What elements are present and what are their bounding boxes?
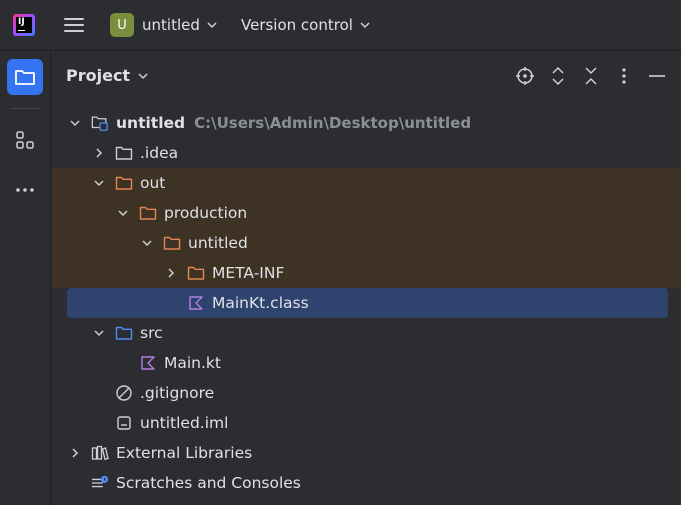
tree-row[interactable]: production xyxy=(52,198,681,228)
chevron-right-icon[interactable] xyxy=(68,446,82,460)
tree-item-text: untitled C:\Users\Admin\Desktop\untitled xyxy=(116,114,471,132)
tree-row[interactable]: untitled C:\Users\Admin\Desktop\untitled xyxy=(52,108,681,138)
tree-item-label: .idea xyxy=(140,144,179,162)
collapse-all-button[interactable] xyxy=(581,66,601,86)
tree-item-label: out xyxy=(140,174,166,192)
version-control-menu[interactable]: Version control xyxy=(241,12,371,38)
excluded-folder-icon xyxy=(139,204,157,222)
more-horizontal-icon xyxy=(16,188,34,192)
chevron-right-icon[interactable] xyxy=(92,146,106,160)
tree-item-text: MainKt.class xyxy=(212,294,309,312)
chevron-down-icon xyxy=(138,72,148,79)
tree-item-label: MainKt.class xyxy=(212,294,309,312)
tree-item-label: Scratches and Consoles xyxy=(116,474,301,492)
hide-panel-button[interactable] xyxy=(647,66,667,86)
tree-row[interactable]: .gitignore xyxy=(52,378,681,408)
panel-title: Project xyxy=(66,66,131,85)
minimize-icon xyxy=(649,75,665,77)
tree-row[interactable]: src xyxy=(52,318,681,348)
tree-row[interactable]: .idea xyxy=(52,138,681,168)
excluded-folder-icon xyxy=(187,264,205,282)
tree-row[interactable]: Main.kt xyxy=(52,348,681,378)
tree-item-text: untitled.iml xyxy=(140,414,228,432)
tree-row[interactable]: untitled.iml xyxy=(52,408,681,438)
chevron-down-icon[interactable] xyxy=(68,116,82,130)
source-folder-icon xyxy=(115,324,133,342)
excluded-folder-icon xyxy=(163,234,181,252)
intellij-logo-icon[interactable]: IJ xyxy=(13,14,35,36)
libraries-icon xyxy=(91,444,109,462)
tool-window-strip xyxy=(0,52,51,505)
tool-separator xyxy=(10,108,40,109)
crosshair-icon xyxy=(516,67,534,85)
tree-item-text: .idea xyxy=(140,144,178,162)
more-tools-button[interactable] xyxy=(7,172,43,208)
tree-item-path: C:\Users\Admin\Desktop\untitled xyxy=(194,114,472,132)
scratches-icon xyxy=(91,474,109,492)
kotlin-class-icon xyxy=(187,294,205,312)
tree-item-label: Main.kt xyxy=(164,354,221,372)
expand-all-button[interactable] xyxy=(548,66,568,86)
tree-item-text: out xyxy=(140,174,165,192)
folder-icon xyxy=(15,70,35,85)
tree-row[interactable]: Scratches and Consoles xyxy=(52,468,681,498)
tree-item-text: production xyxy=(164,204,247,222)
select-opened-file-button[interactable] xyxy=(515,66,535,86)
tree-row[interactable]: untitled xyxy=(52,228,681,258)
project-name: untitled xyxy=(142,16,200,34)
tree-item-label: src xyxy=(140,324,163,342)
tree-row[interactable]: META-INF xyxy=(52,258,681,288)
excluded-folder-icon xyxy=(115,174,133,192)
structure-tool-button[interactable] xyxy=(7,122,43,158)
project-panel-header: Project xyxy=(52,52,681,100)
tree-item-label: .gitignore xyxy=(140,384,215,402)
project-view-selector[interactable]: Project xyxy=(66,66,149,85)
title-bar: IJ U untitled Version control xyxy=(0,0,681,51)
chevron-down-icon xyxy=(360,22,370,29)
version-control-label: Version control xyxy=(241,16,353,34)
tree-item-text: Main.kt xyxy=(164,354,221,372)
chevron-down-icon[interactable] xyxy=(92,326,106,340)
tree-item-label: untitled xyxy=(116,114,186,132)
tree-item-label: production xyxy=(164,204,248,222)
tree-item-label: untitled.iml xyxy=(140,414,229,432)
chevron-down-icon[interactable] xyxy=(92,176,106,190)
chevron-down-icon[interactable] xyxy=(140,236,154,250)
tree-row[interactable]: External Libraries xyxy=(52,438,681,468)
project-tool-button[interactable] xyxy=(7,59,43,95)
chevron-down-icon xyxy=(207,22,217,29)
gitignore-icon xyxy=(115,384,133,402)
main-menu-button[interactable] xyxy=(62,14,86,36)
chevron-down-icon[interactable] xyxy=(116,206,130,220)
tree-item-text: .gitignore xyxy=(140,384,214,402)
tree-item-text: src xyxy=(140,324,163,342)
more-vertical-icon xyxy=(622,68,626,84)
tree-row[interactable]: out xyxy=(52,168,681,198)
tree-item-text: Scratches and Consoles xyxy=(116,474,301,492)
tree-item-label: META-INF xyxy=(212,264,285,282)
chevron-right-icon[interactable] xyxy=(164,266,178,280)
collapse-all-icon xyxy=(585,67,597,85)
tree-row[interactable]: MainKt.class xyxy=(67,288,668,318)
project-badge: U xyxy=(110,13,134,37)
project-tree: untitled C:\Users\Admin\Desktop\untitled.… xyxy=(52,108,681,498)
project-switcher[interactable]: U untitled xyxy=(110,12,218,38)
tree-item-text: untitled xyxy=(188,234,248,252)
structure-icon xyxy=(16,131,34,149)
options-button[interactable] xyxy=(614,66,634,86)
tree-item-label: External Libraries xyxy=(116,444,253,462)
tree-item-text: META-INF xyxy=(212,264,284,282)
kotlin-file-icon xyxy=(139,354,157,372)
module-folder-icon xyxy=(91,114,109,132)
folder-icon xyxy=(115,144,133,162)
iml-file-icon xyxy=(115,414,133,432)
tree-item-label: untitled xyxy=(188,234,248,252)
expand-all-icon xyxy=(552,66,564,86)
project-panel: Project untitled C:\Users\Admin\Desktop\… xyxy=(52,52,681,505)
tree-item-text: External Libraries xyxy=(116,444,252,462)
